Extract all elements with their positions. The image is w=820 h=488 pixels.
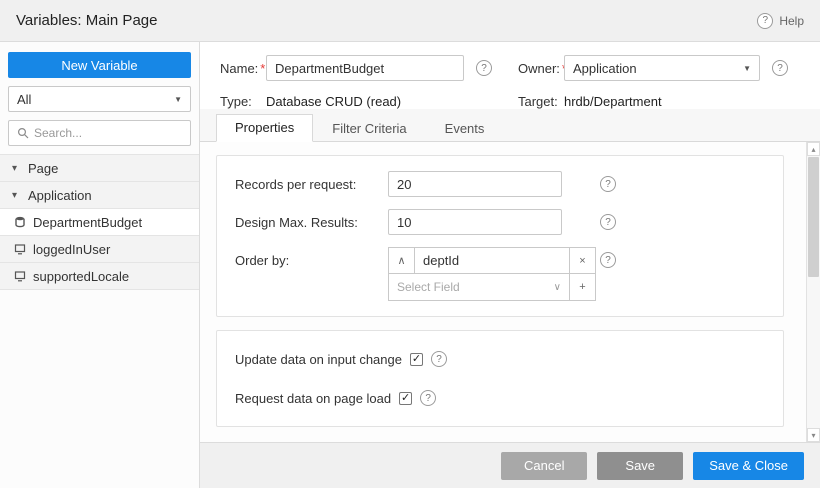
variable-filter-value: All <box>17 91 32 107</box>
scroll-down-button[interactable]: ▾ <box>807 428 820 442</box>
caret-down-icon: ▾ <box>12 189 18 201</box>
tab-properties[interactable]: Properties <box>216 114 314 142</box>
group-label: Page <box>28 160 59 176</box>
help-icon[interactable]: ? <box>600 252 616 268</box>
search-input[interactable] <box>34 126 183 140</box>
variable-label: supportedLocale <box>33 268 130 284</box>
tab-content-wrap: Records per request: ? Design Max. Resul… <box>200 142 820 442</box>
close-icon: × <box>579 254 586 267</box>
name-label: Name: * <box>220 60 266 76</box>
data-settings-panel: Records per request: ? Design Max. Resul… <box>216 155 784 317</box>
request-data-label: Request data on page load <box>235 390 392 406</box>
group-label: Application <box>28 187 92 203</box>
help-icon[interactable]: ? <box>420 390 437 406</box>
sidebar-group-page[interactable]: ▾ Page <box>0 155 199 182</box>
crud-variable-icon <box>13 216 26 228</box>
chevron-down-icon: ▼ <box>174 94 182 104</box>
tab-filter-criteria[interactable]: Filter Criteria <box>313 115 425 142</box>
design-max-results-input[interactable] <box>388 209 562 235</box>
records-per-request-label: Records per request: <box>235 176 357 192</box>
type-label: Type: <box>220 94 252 109</box>
properties-tab-content: Records per request: ? Design Max. Resul… <box>200 142 820 442</box>
help-icon[interactable]: ? <box>600 176 616 192</box>
variables-tree: ▾ Page ▾ Application DepartmentBudget lo… <box>0 154 199 290</box>
variables-dialog: Variables: Main Page ? Help New Variable… <box>0 0 820 488</box>
footer: Cancel Save Save & Close <box>200 442 820 488</box>
help-link[interactable]: ? Help <box>757 12 804 29</box>
records-per-request-input[interactable] <box>388 171 562 197</box>
name-input[interactable] <box>266 55 464 81</box>
search-icon <box>16 127 29 139</box>
dialog-title: Variables: Main Page <box>16 12 158 29</box>
owner-select[interactable]: Application ▼ <box>564 55 760 81</box>
variable-icon <box>13 270 26 282</box>
plus-icon: + <box>579 281 586 293</box>
scroll-down-icon: ▾ <box>811 430 816 440</box>
new-variable-button[interactable]: New Variable <box>8 52 191 78</box>
chevron-down-icon: ▼ <box>743 63 751 73</box>
sidebar-group-application[interactable]: ▾ Application <box>0 182 199 209</box>
behavior-panel: Update data on input change ✓ ? Request … <box>216 330 784 427</box>
save-button[interactable]: Save <box>597 451 684 480</box>
variable-label: DepartmentBudget <box>33 214 143 230</box>
order-by-label: Order by: <box>235 253 290 268</box>
target-value: hrdb/Department <box>564 94 662 109</box>
select-field-dropdown[interactable]: Select Field ∨ <box>388 274 569 301</box>
sidebar: New Variable All ▼ ▾ Page ▾ <box>0 42 200 488</box>
design-max-results-label: Design Max. Results: <box>235 214 358 230</box>
owner-value: Application <box>573 60 637 76</box>
sidebar-controls: New Variable All ▼ <box>0 42 199 154</box>
save-and-close-button[interactable]: Save & Close <box>693 451 804 480</box>
dialog-body: New Variable All ▼ ▾ Page ▾ <box>0 42 820 488</box>
variable-label: loggedInUser <box>33 241 111 257</box>
tabbar: Properties Filter Criteria Events <box>200 109 820 142</box>
main-panel: Name:* ? Owner:* Application ▼ ? Type <box>200 42 820 488</box>
help-icon[interactable]: ? <box>600 214 616 230</box>
update-data-checkbox[interactable]: ✓ <box>409 352 423 366</box>
order-by-field-input[interactable] <box>415 247 569 274</box>
help-icon[interactable]: ? <box>476 60 492 76</box>
remove-field-button[interactable]: × <box>569 247 596 274</box>
sidebar-item-supportedlocale[interactable]: supportedLocale <box>0 263 199 290</box>
order-by-control: ∧ × Select Field ∨ <box>388 247 596 301</box>
required-marker: * <box>260 60 266 76</box>
select-field-placeholder: Select Field <box>397 280 460 294</box>
sidebar-item-departmentbudget[interactable]: DepartmentBudget <box>0 209 199 236</box>
cancel-button[interactable]: Cancel <box>501 451 588 480</box>
help-icon[interactable]: ? <box>430 351 447 367</box>
tab-events[interactable]: Events <box>426 115 504 142</box>
check-icon: ✓ <box>411 352 422 365</box>
chevron-up-icon: ∧ <box>397 255 406 267</box>
dialog-header: Variables: Main Page ? Help <box>0 0 820 42</box>
update-data-label: Update data on input change <box>235 351 402 367</box>
target-label: Target: <box>518 94 558 109</box>
variable-filter-select[interactable]: All ▼ <box>8 86 191 112</box>
variable-icon <box>13 243 26 255</box>
owner-label: Owner:* <box>504 61 567 76</box>
add-field-button[interactable]: + <box>569 274 596 301</box>
variable-form: Name:* ? Owner:* Application ▼ ? Type <box>200 42 820 109</box>
request-data-checkbox[interactable]: ✓ <box>399 391 413 405</box>
caret-down-icon: ▾ <box>12 162 18 174</box>
help-icon[interactable]: ? <box>772 60 788 76</box>
move-field-up-button[interactable]: ∧ <box>388 247 415 274</box>
help-label: Help <box>779 13 804 28</box>
scrollbar-thumb[interactable] <box>808 157 819 277</box>
chevron-down-icon: ∨ <box>553 281 561 293</box>
sidebar-item-loggedinuser[interactable]: loggedInUser <box>0 236 199 263</box>
help-icon: ? <box>757 12 774 29</box>
check-icon: ✓ <box>401 391 411 404</box>
search-box[interactable] <box>8 120 191 146</box>
scroll-up-button[interactable]: ▴ <box>807 142 820 156</box>
scroll-up-icon: ▴ <box>811 144 816 154</box>
vertical-scrollbar[interactable]: ▴ ▾ <box>806 142 820 442</box>
type-value: Database CRUD (read) <box>266 94 402 109</box>
